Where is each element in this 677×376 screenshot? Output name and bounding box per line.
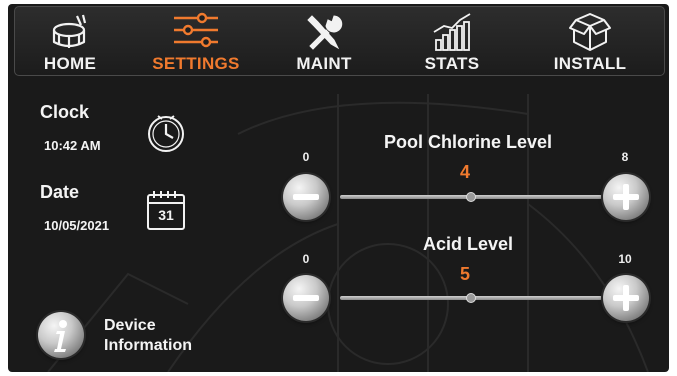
chlorine-value: 4	[459, 162, 470, 182]
box-icon	[569, 13, 611, 51]
tab-home[interactable]: HOME	[15, 7, 125, 75]
chlorine-slider-thumb[interactable]	[466, 192, 476, 202]
date-label: Date	[40, 182, 80, 202]
acid-increase-button[interactable]	[603, 275, 649, 321]
date-value: 10/05/2021	[44, 218, 110, 233]
device-info-line2: Information	[104, 337, 192, 354]
calendar-icon[interactable]: 31	[146, 190, 186, 232]
device-info-label[interactable]: Device Information	[104, 316, 192, 356]
chlorine-min: 0	[302, 150, 310, 164]
info-icon	[54, 320, 67, 352]
acid-title: Acid Level	[422, 234, 514, 254]
sliders-icon	[174, 12, 218, 48]
top-navigation: HOME SETTINGS MAINT STATS INSTALL	[14, 6, 665, 76]
device-screen: HOME SETTINGS MAINT STATS INSTALL Clock …	[8, 4, 669, 372]
tab-maint[interactable]: MAINT	[269, 7, 379, 75]
tools-icon	[307, 15, 343, 50]
tab-home-label: HOME	[43, 54, 97, 73]
plus-icon	[613, 184, 639, 210]
acid-min: 0	[302, 252, 310, 266]
chlorine-decrease-button[interactable]	[283, 174, 329, 220]
chlorine-max: 8	[621, 150, 629, 164]
bar-chart-icon	[433, 13, 471, 51]
tab-install[interactable]: INSTALL	[535, 7, 645, 75]
chlorine-title: Pool Chlorine Level	[383, 132, 553, 152]
tab-maint-label: MAINT	[296, 54, 352, 73]
tab-stats[interactable]: STATS	[397, 7, 507, 75]
acid-max: 10	[618, 252, 632, 266]
device-info-button[interactable]	[38, 312, 84, 358]
acid-value: 5	[459, 264, 470, 284]
tab-stats-label: STATS	[424, 54, 480, 73]
tab-settings-label: SETTINGS	[152, 54, 240, 73]
pool-icon	[52, 14, 87, 48]
tab-settings[interactable]: SETTINGS	[141, 7, 251, 75]
clock-label: Clock	[40, 102, 90, 122]
clock-icon[interactable]	[146, 112, 186, 154]
plus-icon	[613, 285, 639, 311]
calendar-day: 31	[158, 207, 174, 223]
minus-icon	[293, 295, 319, 301]
device-info-line1: Device	[104, 317, 156, 334]
minus-icon	[293, 194, 319, 200]
acid-slider-thumb[interactable]	[466, 293, 476, 303]
acid-decrease-button[interactable]	[283, 275, 329, 321]
tab-install-label: INSTALL	[553, 54, 627, 73]
chlorine-increase-button[interactable]	[603, 174, 649, 220]
clock-time: 10:42 AM	[44, 138, 101, 153]
